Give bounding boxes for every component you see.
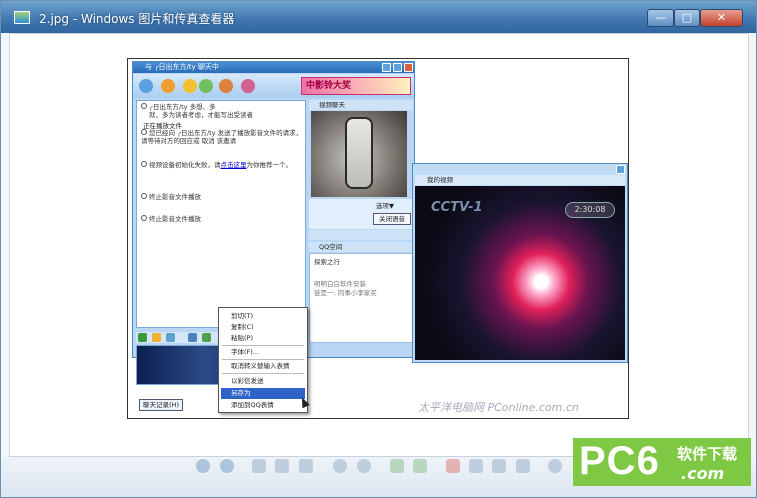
image-icon bbox=[202, 333, 211, 342]
menu-item-copy[interactable]: 复制(C) bbox=[221, 322, 305, 333]
menu-item-cut[interactable]: 剪切(T) bbox=[221, 311, 305, 322]
options-menu[interactable]: 选项▼ bbox=[376, 200, 394, 210]
rotate-clockwise-icon[interactable] bbox=[390, 459, 404, 473]
watermark: 太平洋电脑网 PConline.com.cn bbox=[418, 401, 579, 414]
window-title: 2.jpg - Windows 图片和传真查看器 bbox=[39, 12, 235, 26]
menu-item-cancel-escape[interactable]: 取消转义替输入表情 bbox=[221, 361, 305, 372]
print-icon[interactable] bbox=[469, 459, 483, 473]
file-icon bbox=[183, 79, 197, 93]
qq-close-icon bbox=[404, 63, 413, 72]
edit-icon[interactable] bbox=[516, 459, 530, 473]
qzone-item[interactable]: 探索之行 bbox=[314, 256, 340, 266]
close-voice-button[interactable]: 关闭语音 bbox=[373, 213, 411, 225]
pc6-logo: PC6 软件下载 .com bbox=[573, 438, 751, 486]
next-image-icon[interactable] bbox=[220, 459, 234, 473]
info-icon bbox=[141, 129, 147, 135]
click-here-link[interactable]: 点击这里 bbox=[221, 161, 247, 169]
menu-separator bbox=[222, 345, 304, 346]
qq-toolbar: 中影铃大奖 bbox=[133, 74, 414, 98]
phone-picture bbox=[345, 117, 373, 189]
contact-line: ╭日出东方/ty 多想、多 bbox=[141, 103, 305, 111]
my-video-close-icon bbox=[616, 165, 625, 174]
qq-minimize-icon bbox=[382, 63, 391, 72]
my-video-header: 我的视频 bbox=[415, 175, 625, 185]
system-message: 终止影音文件播放 bbox=[141, 193, 305, 201]
group-icon bbox=[219, 79, 233, 93]
remote-video bbox=[311, 111, 407, 197]
rotate-counterclockwise-icon[interactable] bbox=[413, 459, 427, 473]
help-icon[interactable] bbox=[548, 459, 562, 473]
info-icon bbox=[141, 215, 147, 221]
zoom-out-icon[interactable] bbox=[357, 459, 371, 473]
menu-item-send-mms[interactable]: 以彩信发送 bbox=[221, 376, 305, 387]
qzone-note: 链是一: 同事小李家买 bbox=[314, 289, 377, 297]
info-icon bbox=[141, 193, 147, 199]
system-message: 您已经向 ╭日出东方/ty 发送了播放影音文件的请求，请等待对方的回应或 取消 … bbox=[141, 129, 303, 145]
save-icon[interactable] bbox=[492, 459, 506, 473]
avatar-icon bbox=[141, 103, 147, 109]
promo-banner: 中影铃大奖 bbox=[301, 77, 411, 95]
app-icon bbox=[241, 79, 255, 93]
playback-progress[interactable] bbox=[309, 230, 413, 240]
chat-history-button[interactable]: 聊天记录(H) bbox=[139, 399, 183, 411]
picture-viewer-icon bbox=[14, 11, 30, 24]
zoom-in-icon[interactable] bbox=[333, 459, 347, 473]
contact-line-2: 就、多为读者考虑，才能写出受读者 bbox=[149, 111, 253, 119]
video-tools: 选项▼ 关闭语音 bbox=[309, 199, 413, 229]
sms-icon bbox=[199, 79, 213, 93]
maximize-button[interactable]: □ bbox=[674, 9, 700, 27]
font-icon bbox=[138, 333, 147, 342]
displayed-image: 与 ╭日出东方/ty 聊天中 中影铃大奖 ╭日出东方/ty 多想、多 就、多为读… bbox=[127, 58, 629, 419]
viewer-window: 2.jpg - Windows 图片和传真查看器 — □ ✕ 与 ╭日出东方/t… bbox=[0, 0, 757, 498]
system-message: 终止影音文件播放 bbox=[141, 215, 305, 223]
cctv-logo: CCTV-1 bbox=[431, 200, 483, 215]
pc6-logo-com: .com bbox=[681, 464, 725, 483]
screenshot-icon bbox=[188, 333, 197, 342]
video-clock: 2:30:08 bbox=[565, 202, 615, 218]
menu-separator bbox=[222, 359, 304, 360]
qzone-panel: 探索之行 明明白白软件安装 链是一: 同事小李家买 bbox=[309, 253, 413, 343]
menu-item-paste[interactable]: 粘贴(P) bbox=[221, 333, 305, 344]
system-message: 视频设备初始化失败，请点击这里为你推荐一个。 bbox=[141, 161, 305, 169]
previous-image-icon[interactable] bbox=[196, 459, 210, 473]
pc6-logo-cn: 软件下载 bbox=[677, 445, 738, 463]
my-video-window: 我的视频 CCTV-1 2:30:08 bbox=[412, 163, 628, 363]
chat-history: ╭日出东方/ty 多想、多 就、多为读者考虑，才能写出受读者 正在播放文件 您已… bbox=[136, 100, 306, 328]
title-bar[interactable]: 2.jpg - Windows 图片和传真查看器 — □ ✕ bbox=[1, 1, 756, 33]
video-icon bbox=[139, 79, 153, 93]
best-fit-icon[interactable] bbox=[252, 459, 266, 473]
emoticon-icon bbox=[152, 333, 161, 342]
pc6-logo-text: PC6 bbox=[579, 439, 660, 483]
slideshow-icon[interactable] bbox=[299, 459, 313, 473]
minimize-button[interactable]: — bbox=[647, 9, 674, 27]
my-video-screen: CCTV-1 2:30:08 bbox=[415, 186, 625, 360]
qq-maximize-icon bbox=[393, 63, 402, 72]
actual-size-icon[interactable] bbox=[275, 459, 289, 473]
menu-item-save-as[interactable]: 另存为 bbox=[221, 388, 305, 399]
qzone-header: QQ空间 bbox=[309, 242, 413, 252]
menu-item-font[interactable]: 字体(F)... bbox=[221, 347, 305, 358]
context-menu: 剪切(T) 复制(C) 粘贴(P) 字体(F)... 取消转义替输入表情 以彩信… bbox=[218, 307, 308, 413]
magic-icon bbox=[166, 333, 175, 342]
voice-icon bbox=[161, 79, 175, 93]
qq-title-bar: 与 ╭日出东方/ty 聊天中 bbox=[133, 62, 414, 73]
info-icon bbox=[141, 161, 147, 167]
delete-icon[interactable] bbox=[446, 459, 460, 473]
close-button[interactable]: ✕ bbox=[700, 9, 743, 27]
menu-separator bbox=[222, 373, 304, 374]
video-chat-header: 视频聊天 bbox=[309, 100, 413, 110]
menu-item-add-emoticon[interactable]: 添加到QQ表情 bbox=[221, 400, 305, 411]
